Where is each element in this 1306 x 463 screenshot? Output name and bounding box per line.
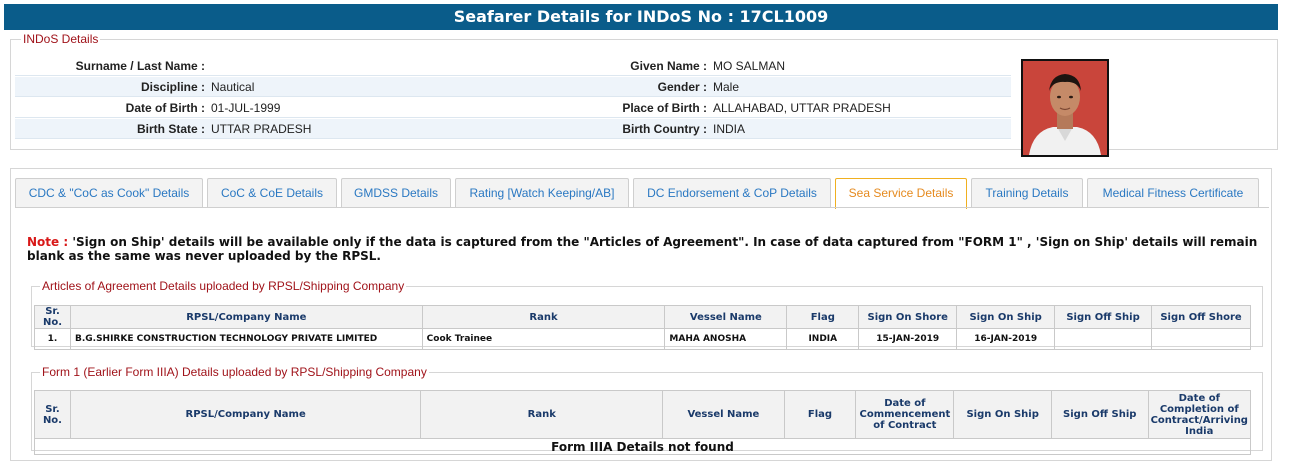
given-name-value: MO SALMAN bbox=[713, 59, 786, 73]
place-of-birth-label: Place of Birth : bbox=[622, 101, 707, 115]
col-flag: Flag bbox=[783, 390, 857, 439]
cell-sign-on-ship: 16-JAN-2019 bbox=[956, 328, 1056, 350]
tab-gmdss[interactable]: GMDSS Details bbox=[341, 178, 451, 208]
discipline-value: Nautical bbox=[211, 80, 255, 94]
col-sign-on-shore: Sign On Shore bbox=[858, 305, 958, 329]
gender-value: Male bbox=[713, 80, 740, 94]
col-sr-no: Sr. No. bbox=[34, 390, 71, 439]
col-rank: Rank bbox=[420, 390, 664, 439]
note-label: Note : bbox=[27, 235, 69, 249]
tab-rating-watch-keeping[interactable]: Rating [Watch Keeping/AB] bbox=[455, 178, 629, 208]
indos-row-discipline: Discipline : Nautical Gender : Male bbox=[15, 77, 1011, 97]
cell-sign-on-shore: 15-JAN-2019 bbox=[858, 328, 958, 350]
articles-legend: Articles of Agreement Details uploaded b… bbox=[42, 279, 405, 293]
indos-row-surname: Surname / Last Name : Given Name : MO SA… bbox=[15, 56, 1011, 76]
form1-empty-row: Form IIIA Details not found bbox=[34, 438, 1251, 455]
indos-row-birth-state: Birth State : UTTAR PRADESH Birth Countr… bbox=[15, 119, 1011, 139]
form1-header-row: Sr. No. RPSL/Company Name Rank Vessel Na… bbox=[34, 390, 1252, 439]
cell-sign-off-shore bbox=[1151, 328, 1251, 350]
col-sign-on-ship: Sign On Ship bbox=[956, 305, 1056, 329]
col-vessel-name: Vessel Name bbox=[662, 390, 785, 439]
articles-header-row: Sr. No. RPSL/Company Name Rank Vessel Na… bbox=[34, 305, 1251, 329]
tab-training[interactable]: Training Details bbox=[971, 178, 1083, 208]
cell-vessel-name: MAHA ANOSHA bbox=[664, 328, 788, 350]
articles-table: Sr. No. RPSL/Company Name Rank Vessel Na… bbox=[34, 305, 1251, 350]
sea-service-note: Note : 'Sign on Ship' details will be av… bbox=[27, 235, 1263, 263]
col-flag: Flag bbox=[786, 305, 860, 329]
articles-of-agreement-section: Articles of Agreement Details uploaded b… bbox=[31, 279, 1263, 350]
col-sign-off-ship: Sign Off Ship bbox=[1054, 305, 1153, 329]
form1-not-found-message: Form IIIA Details not found bbox=[34, 438, 1251, 455]
note-text: 'Sign on Ship' details will be available… bbox=[27, 235, 1258, 263]
cell-rank: Cook Trainee bbox=[421, 328, 666, 350]
tab-medical-fitness[interactable]: Medical Fitness Certificate bbox=[1087, 178, 1259, 208]
birth-country-value: INDIA bbox=[713, 122, 746, 136]
table-row: 1. B.G.SHIRKE CONSTRUCTION TECHNOLOGY PR… bbox=[34, 328, 1251, 350]
cell-flag: INDIA bbox=[786, 328, 860, 350]
page-title: Seafarer Details for INDoS No : 17CL1009 bbox=[4, 4, 1278, 30]
col-vessel-name: Vessel Name bbox=[664, 305, 788, 329]
col-date-commencement: Date of Commencement of Contract bbox=[855, 390, 955, 439]
col-sign-on-ship: Sign On Ship bbox=[953, 390, 1052, 439]
form1-legend: Form 1 (Earlier Form IIIA) Details uploa… bbox=[42, 365, 427, 379]
form1-table: Sr. No. RPSL/Company Name Rank Vessel Na… bbox=[34, 390, 1252, 455]
col-date-completion: Date of Completion of Contract/Arriving … bbox=[1147, 390, 1252, 439]
details-tabs-panel: CDC & "CoC as Cook" Details CoC & CoE De… bbox=[10, 168, 1272, 461]
cell-sr-no: 1. bbox=[34, 328, 71, 350]
col-sr-no: Sr. No. bbox=[34, 305, 71, 329]
indos-details-panel: INDoS Details Surname / Last Name : Give… bbox=[10, 32, 1278, 157]
tab-dc-endorsement-cop[interactable]: DC Endorsement & CoP Details bbox=[633, 178, 831, 208]
dob-label: Date of Birth : bbox=[125, 101, 205, 115]
person-photo-icon bbox=[1023, 61, 1107, 155]
surname-label: Surname / Last Name : bbox=[75, 59, 205, 73]
indos-legend: INDoS Details bbox=[23, 32, 99, 46]
col-rank: Rank bbox=[421, 305, 666, 329]
col-sign-off-shore: Sign Off Shore bbox=[1151, 305, 1251, 329]
col-sign-off-ship: Sign Off Ship bbox=[1050, 390, 1149, 439]
gender-label: Gender : bbox=[657, 80, 707, 94]
cell-company-name: B.G.SHIRKE CONSTRUCTION TECHNOLOGY PRIVA… bbox=[69, 328, 423, 350]
birth-country-label: Birth Country : bbox=[622, 122, 707, 136]
tab-divider bbox=[15, 207, 1269, 208]
birth-state-value: UTTAR PRADESH bbox=[211, 122, 312, 136]
birth-state-label: Birth State : bbox=[136, 122, 205, 136]
col-company-name: RPSL/Company Name bbox=[69, 390, 422, 439]
discipline-label: Discipline : bbox=[140, 80, 205, 94]
tab-sea-service[interactable]: Sea Service Details bbox=[835, 178, 967, 209]
cell-sign-off-ship bbox=[1054, 328, 1153, 350]
col-company-name: RPSL/Company Name bbox=[69, 305, 423, 329]
tab-cdc-coc-cook[interactable]: CDC & "CoC as Cook" Details bbox=[15, 178, 203, 208]
form1-section: Form 1 (Earlier Form IIIA) Details uploa… bbox=[31, 365, 1263, 455]
tab-coc-coe[interactable]: CoC & CoE Details bbox=[207, 178, 337, 208]
seafarer-photo bbox=[1021, 59, 1109, 157]
given-name-label: Given Name : bbox=[630, 59, 707, 73]
dob-value: 01-JUL-1999 bbox=[211, 101, 281, 115]
place-of-birth-value: ALLAHABAD, UTTAR PRADESH bbox=[713, 101, 891, 115]
indos-row-dob: Date of Birth : 01-JUL-1999 Place of Bir… bbox=[15, 98, 1011, 118]
